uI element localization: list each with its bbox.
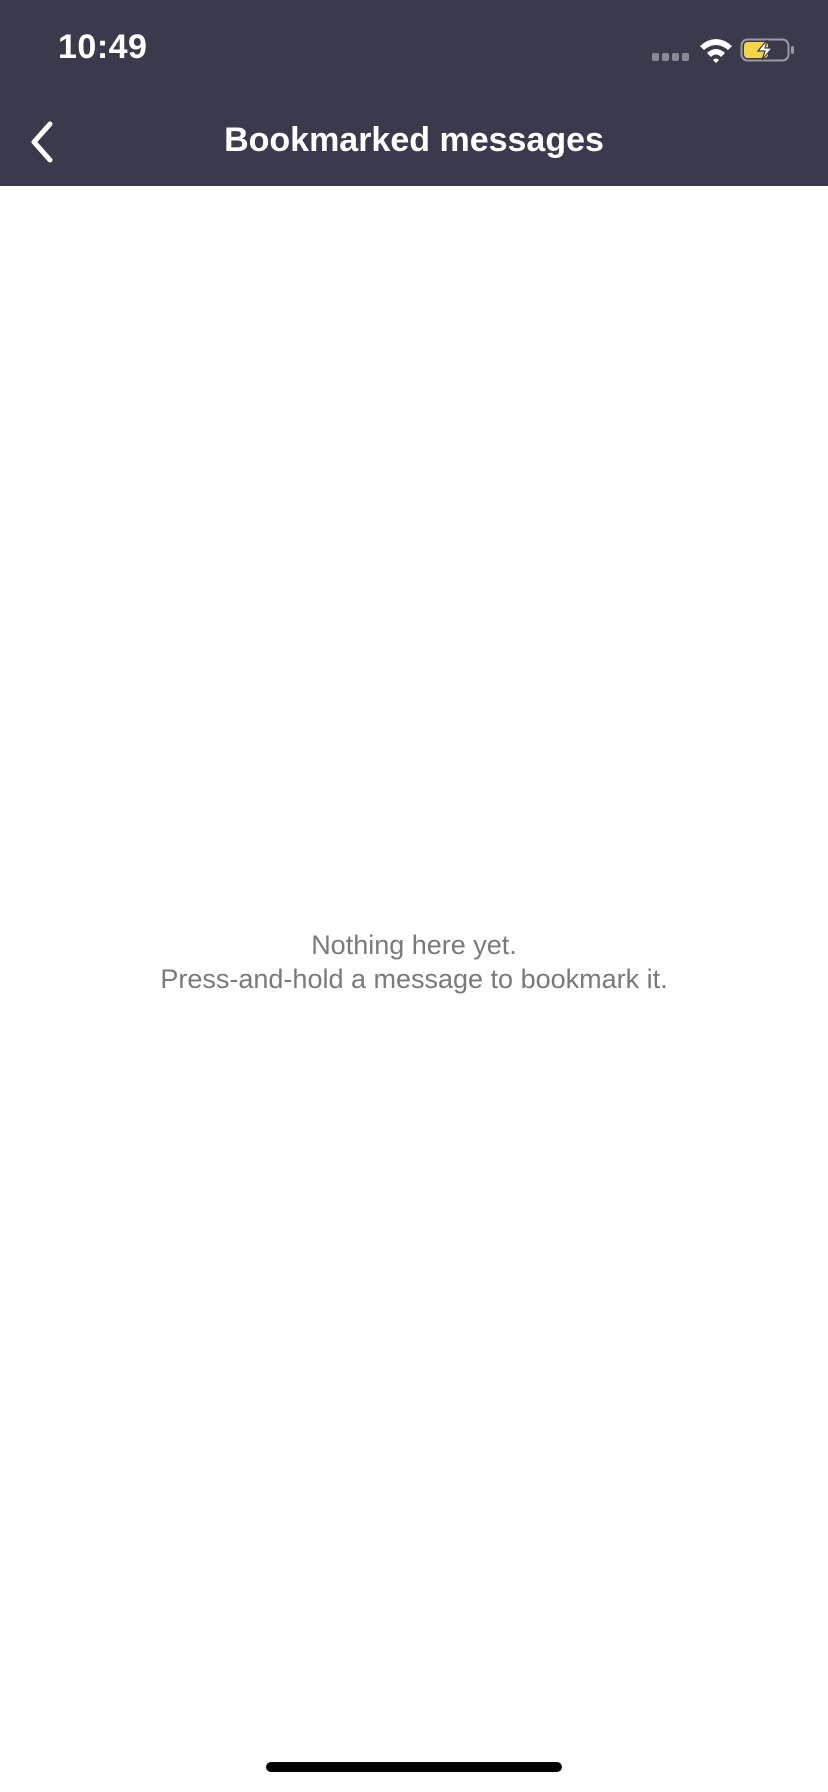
cellular-signal-icon <box>652 53 689 61</box>
battery-charging-icon <box>740 38 794 62</box>
header: 10:49 Bookmarked messages <box>0 0 828 186</box>
status-time: 10:49 <box>58 28 148 66</box>
status-bar: 10:49 <box>0 0 828 100</box>
wifi-icon <box>700 39 732 63</box>
navigation-bar: Bookmarked messages <box>0 100 828 186</box>
empty-state-line-2: Press-and-hold a message to bookmark it. <box>160 964 668 994</box>
page-title: Bookmarked messages <box>224 121 604 159</box>
home-indicator[interactable] <box>266 1762 562 1772</box>
empty-state-line-1: Nothing here yet. <box>311 930 517 960</box>
empty-state-message: Nothing here yet. Press-and-hold a messa… <box>0 928 828 996</box>
